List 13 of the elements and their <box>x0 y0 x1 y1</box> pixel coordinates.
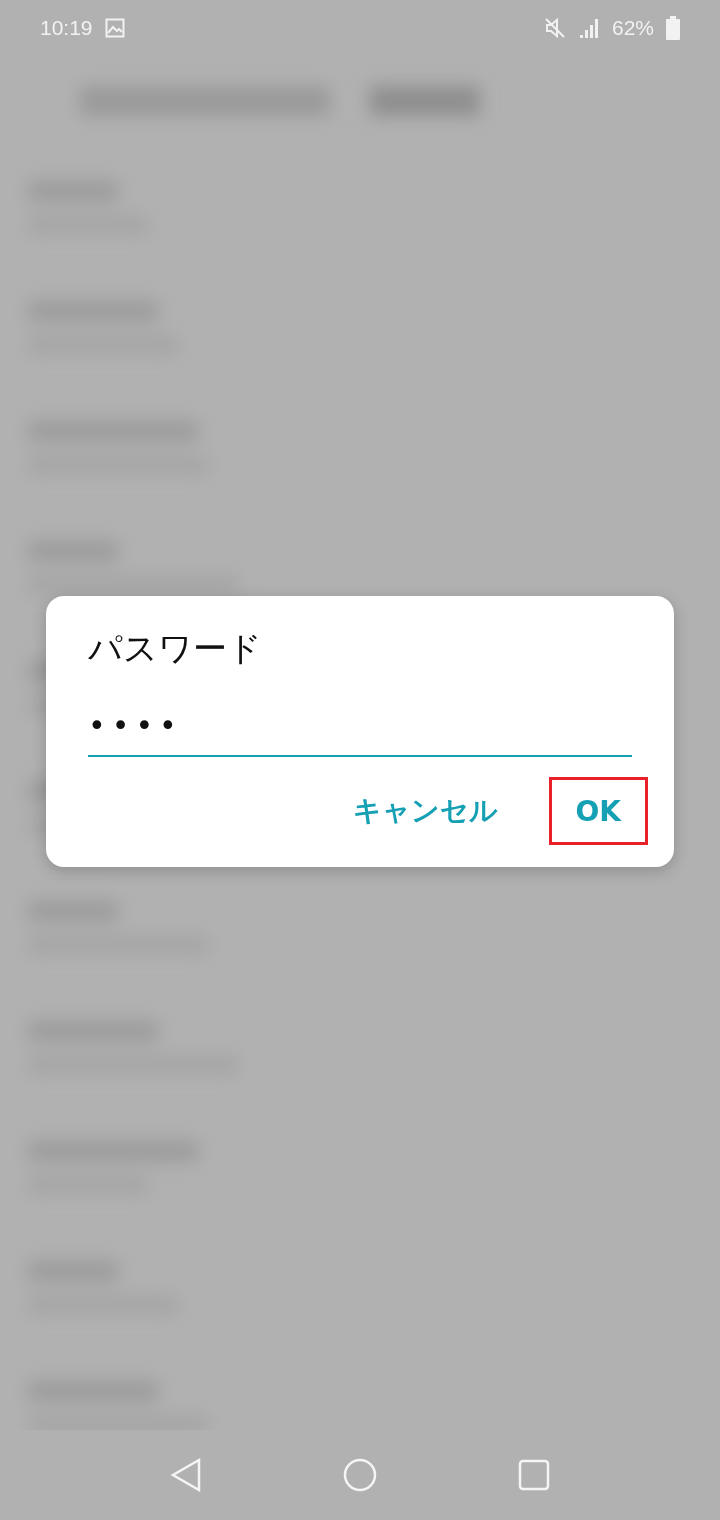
back-icon[interactable] <box>170 1458 203 1492</box>
signal-icon <box>577 17 600 39</box>
home-icon[interactable] <box>343 1458 377 1492</box>
dialog-button[interactable]: キャンセル <box>325 777 525 846</box>
dialog-title: パスワード <box>88 627 263 670</box>
dialog-button[interactable]: OK <box>548 777 648 846</box>
password-field[interactable]: •••• <box>88 708 632 758</box>
battery-percent: 62% <box>611 16 654 40</box>
recent-apps-icon[interactable] <box>517 1459 550 1491</box>
clock-time: 10:19 <box>40 16 93 40</box>
battery-icon <box>666 16 680 40</box>
mute-icon <box>543 17 566 39</box>
image-icon <box>104 18 125 38</box>
